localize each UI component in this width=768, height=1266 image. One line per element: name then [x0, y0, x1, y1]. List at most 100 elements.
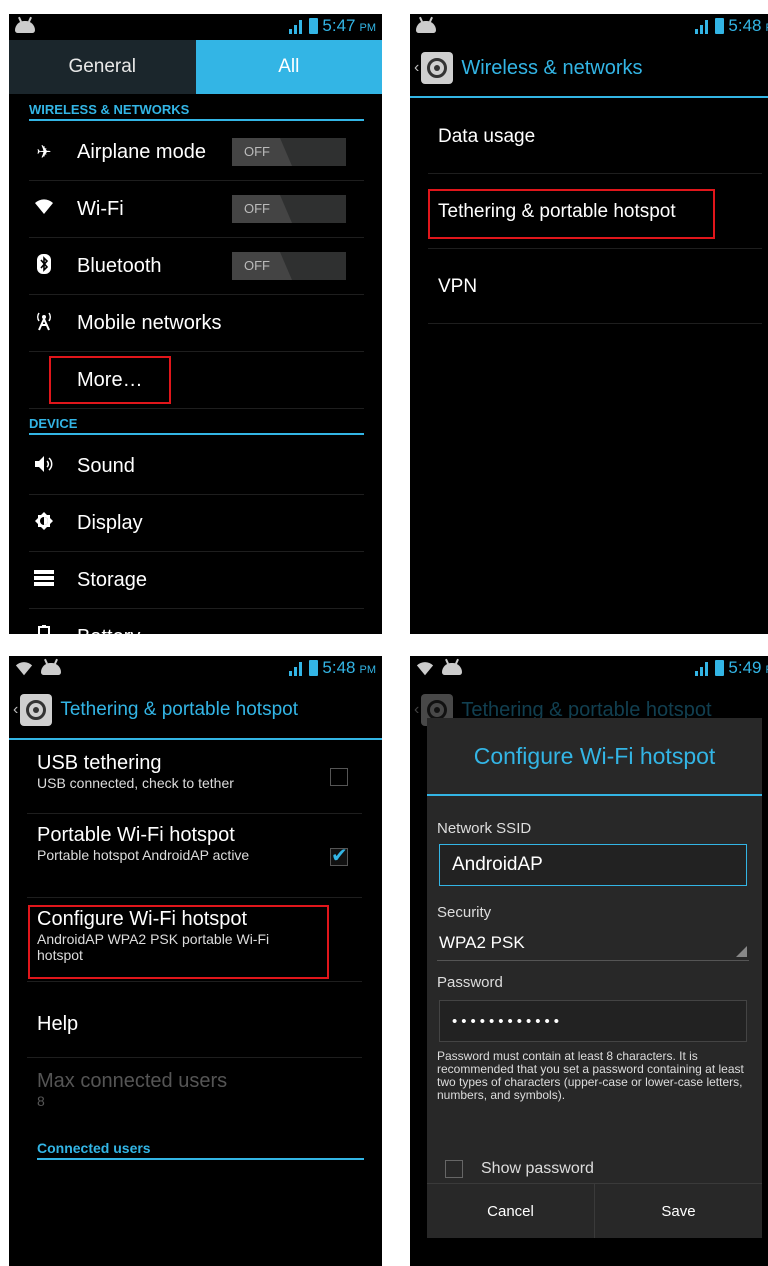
- save-button[interactable]: Save: [594, 1184, 762, 1238]
- action-bar: ‹ Wireless & networks: [410, 40, 768, 98]
- airplane-mode-toggle[interactable]: OFF: [232, 138, 346, 166]
- signal-icon: [287, 18, 305, 34]
- battery-charging-icon: [309, 660, 319, 676]
- show-password-checkbox[interactable]: [445, 1160, 463, 1178]
- back-chevron-icon[interactable]: ‹: [414, 59, 419, 77]
- setting-label: Display: [77, 511, 143, 534]
- android-debug-icon: [442, 663, 462, 675]
- sound-icon: [29, 455, 59, 478]
- show-password-label: Show password: [481, 1160, 594, 1177]
- portable-hotspot-checkbox[interactable]: [330, 843, 348, 868]
- setting-sound[interactable]: Sound: [29, 438, 364, 495]
- configure-hotspot-dialog: Configure Wi-Fi hotspot Network SSID And…: [427, 718, 762, 1238]
- bluetooth-toggle[interactable]: OFF: [232, 252, 346, 280]
- settings-gear-icon[interactable]: [421, 52, 454, 84]
- help-label: Help: [37, 1013, 79, 1035]
- menu-data-usage[interactable]: Data usage: [428, 100, 762, 174]
- toggle-state: OFF: [232, 138, 292, 166]
- password-hint: Password must contain at least 8 charact…: [437, 1049, 744, 1102]
- tethering-screen: 5:48 PM ‹ Tethering & portable hotspot U…: [9, 656, 382, 1266]
- max-users-value: 8: [37, 1093, 45, 1109]
- section-header-connected-users: Connected users: [37, 1140, 364, 1160]
- highlight-box-tethering: [428, 189, 715, 239]
- setting-wifi[interactable]: Wi-Fi OFF: [29, 181, 364, 238]
- highlight-box-configure: [28, 905, 329, 979]
- tab-all[interactable]: All: [195, 40, 382, 94]
- max-users-row: Max connected users 8: [27, 1070, 362, 1126]
- menu-vpn[interactable]: VPN: [428, 250, 762, 324]
- action-bar: ‹ Tethering & portable hotspot: [9, 682, 382, 740]
- portable-hotspot-title: Portable Wi-Fi hotspot: [37, 824, 235, 846]
- section-header-device: DEVICE: [29, 416, 364, 435]
- settings-screen: 5:47 PM General All WIRELESS & NETWORKS …: [9, 14, 382, 634]
- usb-tethering-summary: USB connected, check to tether: [37, 775, 234, 791]
- page-title: Tethering & portable hotspot: [60, 699, 298, 720]
- max-users-title: Max connected users: [37, 1070, 228, 1092]
- setting-label: Sound: [77, 454, 135, 477]
- clock-ampm: PM: [359, 664, 377, 676]
- wireless-networks-screen: 5:48 PM ‹ Wireless & networks Data usage…: [410, 14, 768, 634]
- tab-general[interactable]: General: [9, 40, 196, 94]
- ssid-label: Network SSID: [437, 820, 532, 837]
- airplane-icon: ✈: [36, 141, 52, 162]
- setting-airplane-mode[interactable]: ✈ Airplane mode OFF: [29, 124, 364, 181]
- status-bar: 5:47 PM: [9, 14, 382, 40]
- setting-mobile-networks[interactable]: Mobile networks: [29, 295, 364, 352]
- setting-label: Battery: [77, 626, 140, 635]
- page-title: Wireless & networks: [461, 56, 643, 79]
- ssid-input[interactable]: AndroidAP: [439, 844, 747, 886]
- battery-charging-icon: [715, 18, 725, 34]
- status-bar: 5:48 PM: [410, 14, 768, 40]
- android-debug-icon: [15, 21, 35, 33]
- signal-icon: [693, 660, 711, 676]
- help-row[interactable]: Help: [27, 992, 362, 1058]
- setting-display[interactable]: Display: [29, 495, 364, 552]
- wifi-toggle[interactable]: OFF: [232, 195, 346, 223]
- portable-hotspot-summary: Portable hotspot AndroidAP active: [37, 847, 250, 863]
- mobile-network-icon: [29, 311, 59, 336]
- setting-label: Wi-Fi: [77, 197, 124, 220]
- usb-tethering-row[interactable]: USB tethering USB connected, check to te…: [27, 752, 362, 814]
- signal-icon: [287, 660, 305, 676]
- portable-hotspot-row[interactable]: Portable Wi-Fi hotspot Portable hotspot …: [27, 824, 362, 898]
- status-bar: 5:49 PM: [410, 656, 768, 682]
- setting-storage[interactable]: Storage: [29, 552, 364, 609]
- clock: 5:49: [728, 658, 762, 677]
- clock: 5:48: [728, 16, 762, 35]
- setting-label: Storage: [77, 568, 148, 591]
- usb-tethering-checkbox[interactable]: [330, 768, 348, 786]
- highlight-box-more: [49, 356, 171, 404]
- dialog-title: Configure Wi-Fi hotspot: [427, 718, 762, 796]
- show-password-row[interactable]: Show password: [445, 1160, 594, 1178]
- section-header-wireless: WIRELESS & NETWORKS: [29, 102, 364, 121]
- signal-icon: [693, 18, 711, 34]
- setting-bluetooth[interactable]: Bluetooth OFF: [29, 238, 364, 295]
- toggle-state: OFF: [232, 252, 292, 280]
- bluetooth-icon: [29, 253, 59, 279]
- toggle-state: OFF: [232, 195, 292, 223]
- setting-label: Mobile networks: [77, 311, 222, 334]
- setting-label: Airplane mode: [77, 140, 206, 163]
- setting-label: Bluetooth: [77, 254, 162, 277]
- password-input[interactable]: ••••••••••••: [439, 1000, 747, 1042]
- wifi-status-icon: [15, 662, 33, 676]
- cancel-button[interactable]: Cancel: [427, 1184, 594, 1238]
- android-debug-icon: [416, 21, 436, 33]
- usb-tethering-title: USB tethering: [37, 752, 162, 774]
- wifi-icon: [29, 198, 59, 220]
- back-chevron-icon: ‹: [414, 701, 420, 718]
- settings-gear-icon[interactable]: [20, 694, 53, 726]
- battery-charging-icon: [715, 660, 725, 676]
- status-bar: 5:48 PM: [9, 656, 382, 682]
- clock-ampm: PM: [359, 22, 377, 34]
- security-label: Security: [437, 904, 492, 921]
- back-chevron-icon[interactable]: ‹: [13, 701, 18, 719]
- setting-battery[interactable]: Battery: [29, 609, 364, 634]
- security-spinner[interactable]: WPA2 PSK: [437, 926, 749, 961]
- password-label: Password: [437, 974, 503, 991]
- clock: 5:47: [322, 16, 356, 35]
- clock: 5:48: [322, 658, 356, 677]
- android-debug-icon: [41, 663, 61, 675]
- display-icon: [29, 511, 59, 536]
- dialog-buttons: Cancel Save: [427, 1183, 762, 1238]
